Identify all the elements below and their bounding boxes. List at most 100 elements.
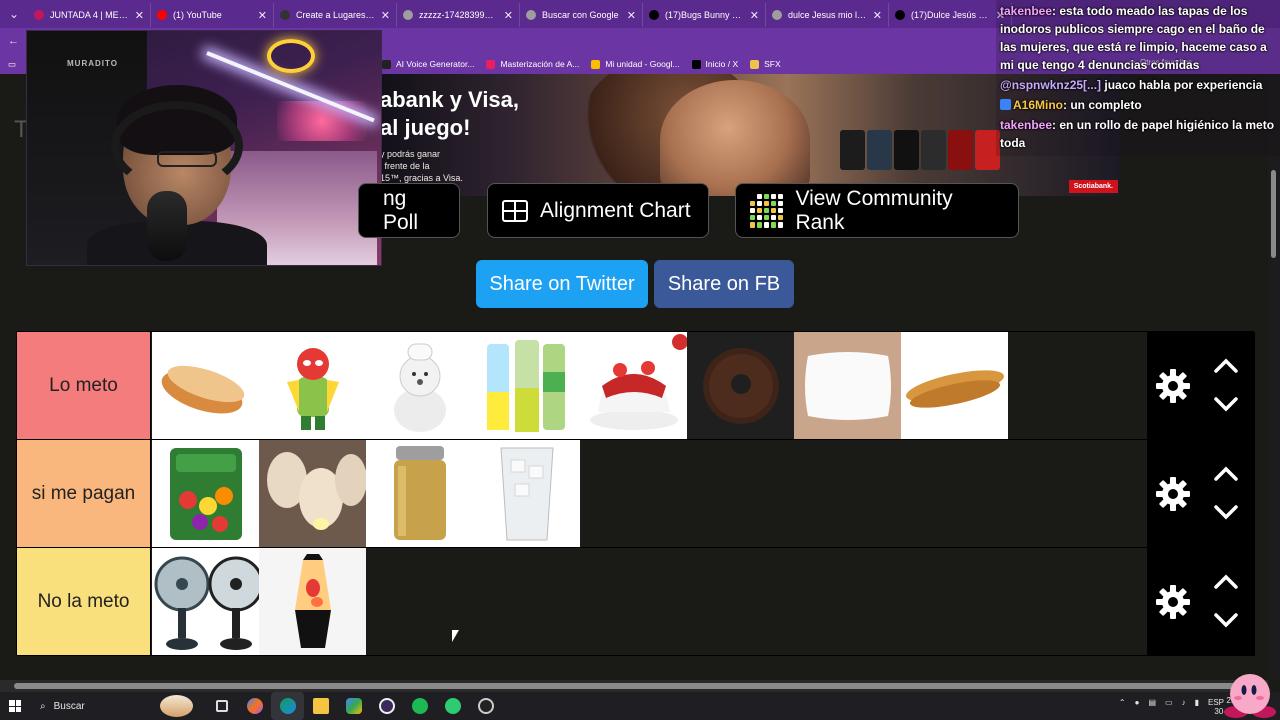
tier-item-ice-water-glass[interactable] xyxy=(473,440,580,547)
file-explorer-icon[interactable] xyxy=(304,692,337,720)
headset-icon xyxy=(111,101,243,191)
poll-button[interactable]: ng Poll xyxy=(358,183,460,238)
grid-icon xyxy=(502,199,528,222)
browser-tab[interactable]: JUNTADA 4 | MEETING I ✕ xyxy=(28,3,151,27)
ad-credit-cards xyxy=(840,130,1000,170)
bookmark-item[interactable]: SFX xyxy=(750,59,781,69)
community-rank-label: View Community Rank xyxy=(795,186,953,234)
tier-label[interactable]: No la meto xyxy=(17,548,151,655)
close-tab-icon[interactable]: ✕ xyxy=(873,9,882,22)
move-down-chevron-icon[interactable] xyxy=(1211,394,1241,416)
start-button[interactable] xyxy=(0,692,30,720)
microphone-tray-icon[interactable]: ● xyxy=(1135,698,1140,707)
bookmark-label: Inicio / X xyxy=(705,59,739,69)
tier-item-strawberry-jelly[interactable] xyxy=(580,332,687,439)
battery-icon[interactable]: ▮ xyxy=(1195,698,1199,707)
tier-list: Lo meto si me pagan No la meto xyxy=(16,331,1255,656)
back-arrow-icon[interactable]: ← xyxy=(8,35,19,47)
kirby-sticker-icon xyxy=(1224,674,1276,718)
copilot-icon[interactable] xyxy=(238,692,271,720)
volume-icon[interactable]: ♪ xyxy=(1182,698,1186,707)
close-tab-icon[interactable]: ✕ xyxy=(627,9,636,22)
tier-item-gummy-candy-bag[interactable] xyxy=(152,440,259,547)
tier-item-luchador-figure[interactable] xyxy=(259,332,366,439)
alignment-chart-button[interactable]: Alignment Chart xyxy=(487,183,709,238)
close-tab-icon[interactable]: ✕ xyxy=(381,9,390,22)
bookmark-item[interactable]: Mi unidad - Googl... xyxy=(591,59,680,69)
tier-item-chef-bear-plush[interactable] xyxy=(366,332,473,439)
browser-tab[interactable]: (17)Dulce Jesús Mío: Ex✕ xyxy=(889,3,1012,27)
tray-chevron-icon[interactable]: ⌃ xyxy=(1119,698,1126,707)
tab-title: (1) YouTube xyxy=(173,10,222,20)
vertical-scrollbar[interactable] xyxy=(1268,74,1280,680)
close-tab-icon[interactable]: ✕ xyxy=(135,9,144,22)
gear-icon[interactable] xyxy=(1155,368,1191,404)
tier-row: Lo meto xyxy=(17,332,1255,440)
browser-tab[interactable]: (1) YouTube ✕ xyxy=(151,3,274,27)
browser-tab[interactable]: dulce Jesus mio lugar b ✕ xyxy=(766,3,889,27)
app-icon[interactable] xyxy=(469,692,502,720)
tier-item-white-pillow[interactable] xyxy=(794,332,901,439)
tier-label[interactable]: si me pagan xyxy=(17,440,151,547)
bookmark-item[interactable]: Masterización de A... xyxy=(486,59,579,69)
tab-title: (17)Bugs Bunny y el ba xyxy=(665,10,744,20)
spotify-icon[interactable] xyxy=(403,692,436,720)
ad-logo: Scotiabank. xyxy=(1068,180,1118,193)
move-down-chevron-icon[interactable] xyxy=(1211,502,1241,524)
scrollbar-thumb[interactable] xyxy=(1271,170,1276,258)
horizontal-scrollbar[interactable] xyxy=(0,680,1268,692)
move-up-chevron-icon[interactable] xyxy=(1211,462,1241,484)
gear-icon[interactable] xyxy=(1155,476,1191,512)
tier-item-glitter-tubes[interactable] xyxy=(473,332,580,439)
close-tab-icon[interactable]: ✕ xyxy=(750,9,759,22)
tab-title: Create a Lugares para c xyxy=(296,10,375,20)
taskbar-search[interactable]: ⌕ Buscar xyxy=(30,694,160,718)
chat-username: @nspnwknz25[...] xyxy=(1000,78,1102,92)
ad-small-line2: l frente de la xyxy=(380,161,430,171)
obs-icon[interactable] xyxy=(370,692,403,720)
xbox-icon[interactable] xyxy=(436,692,469,720)
move-up-chevron-icon[interactable] xyxy=(1211,570,1241,592)
move-down-chevron-icon[interactable] xyxy=(1211,610,1241,632)
bookmark-item[interactable]: AI Voice Generator... xyxy=(382,59,474,69)
tier-item-lava-lamp[interactable] xyxy=(259,548,366,655)
scrollbar-thumb[interactable] xyxy=(14,683,1254,689)
bookmark-item[interactable]: Inicio / X xyxy=(691,59,739,69)
bookmark-label: AI Voice Generator... xyxy=(396,59,475,69)
webcam-overlay: MURADITO xyxy=(26,30,382,266)
tier-item-cream-pastries[interactable] xyxy=(259,440,366,547)
store-icon[interactable] xyxy=(337,692,370,720)
tab-search-chevron-icon[interactable]: ⌄ xyxy=(0,0,28,28)
webcam-neon-sign xyxy=(267,39,315,73)
close-tab-icon[interactable]: ✕ xyxy=(504,9,513,22)
chat-badge-icon xyxy=(1000,99,1011,110)
share-twitter-button[interactable]: Share on Twitter xyxy=(476,260,648,308)
browser-tab[interactable]: (17)Bugs Bunny y el ba ✕ xyxy=(643,3,766,27)
network-icon[interactable]: ▤ xyxy=(1148,698,1156,707)
close-tab-icon[interactable]: ✕ xyxy=(258,9,267,22)
tier-item-desk-fans[interactable] xyxy=(152,548,259,655)
tier-label[interactable]: Lo meto xyxy=(17,332,151,439)
browser-tab[interactable]: zzzzz-1742839921captu ✕ xyxy=(397,3,520,27)
edge-browser-icon[interactable] xyxy=(271,692,304,720)
bookmark-bar-icon: ▭ xyxy=(8,59,17,69)
display-icon[interactable]: ▭ xyxy=(1165,698,1173,707)
browser-tab[interactable]: Buscar con Google ✕ xyxy=(520,3,643,27)
bookmark-favicon-icon xyxy=(486,59,496,69)
tier-item-hot-dog-bun[interactable] xyxy=(152,332,259,439)
tier-item-baguette[interactable] xyxy=(901,332,1008,439)
tier-item-chocolate-donut[interactable] xyxy=(687,332,794,439)
gear-icon[interactable] xyxy=(1155,584,1191,620)
move-up-chevron-icon[interactable] xyxy=(1211,354,1241,376)
community-rank-button[interactable]: View Community Rank xyxy=(735,183,1019,238)
task-view-icon[interactable] xyxy=(205,692,238,720)
share-facebook-button[interactable]: Share on FB xyxy=(654,260,794,308)
chat-message: @nspnwknz25[...] juaco habla por experie… xyxy=(1000,76,1276,94)
tab-title: (17)Dulce Jesús Mío: Ex xyxy=(911,10,990,20)
browser-tab[interactable]: Create a Lugares para c ✕ xyxy=(274,3,397,27)
taskbar-widget-swan-icon[interactable] xyxy=(160,692,193,720)
tab-favicon-icon xyxy=(34,10,44,20)
tier-item-gold-glitter-jar[interactable] xyxy=(366,440,473,547)
tab-favicon-icon xyxy=(403,10,413,20)
tab-favicon-icon xyxy=(772,10,782,20)
